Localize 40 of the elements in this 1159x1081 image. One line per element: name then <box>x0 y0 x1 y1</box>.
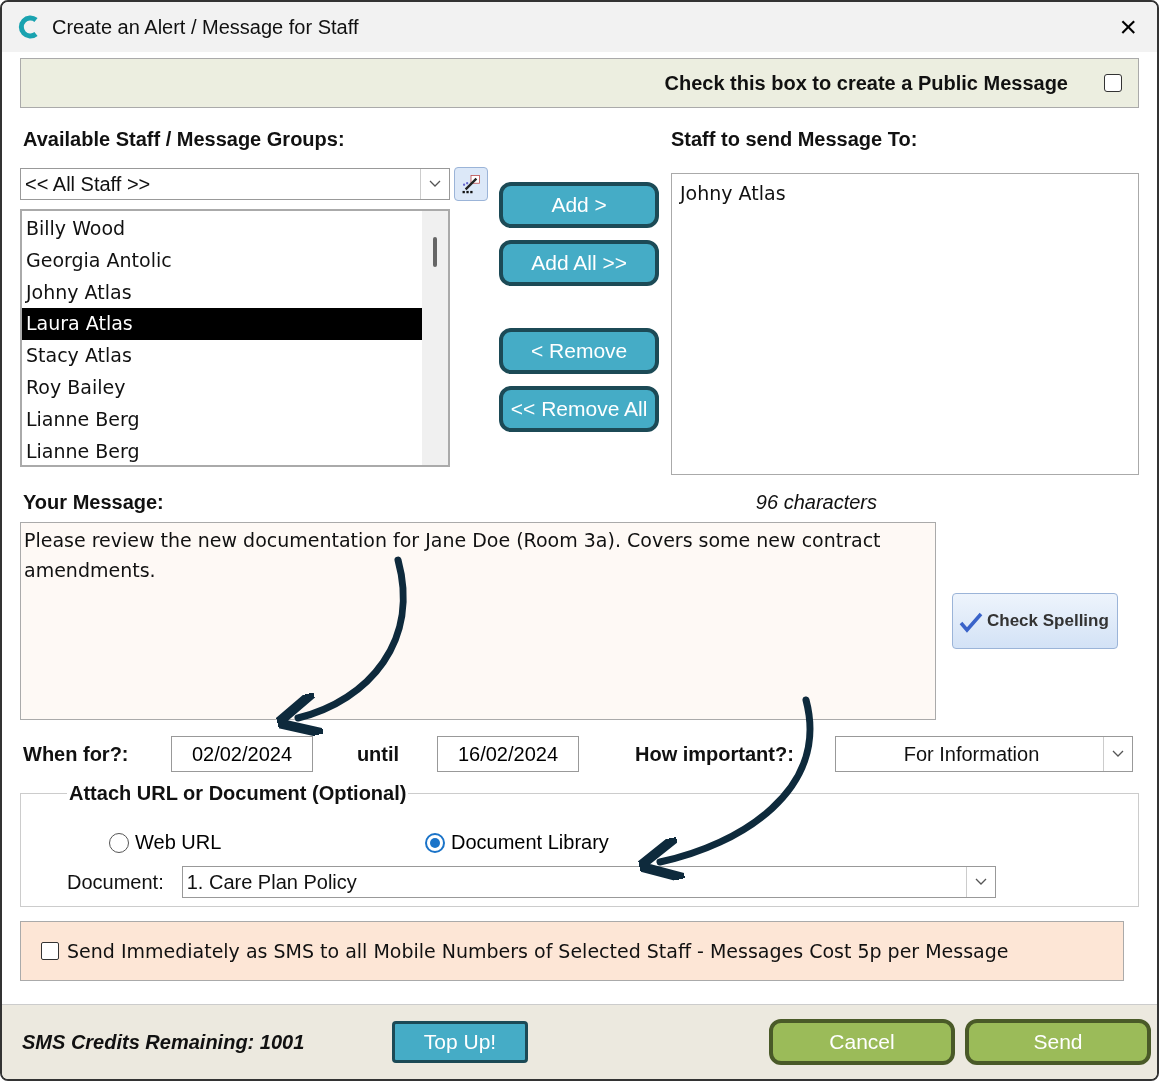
end-date-field[interactable]: 16/02/2024 <box>437 736 579 772</box>
sms-label: Send Immediately as SMS to all Mobile Numbers of Selected Staff - Messages Cost 5p per Message <box>67 940 1009 962</box>
recipients-label: Staff to send Message To: <box>671 128 919 151</box>
message-label: Your Message: <box>22 491 164 514</box>
check-spelling-button[interactable]: Check Spelling <box>952 593 1118 649</box>
recipient-item[interactable]: Johny Atlas <box>676 178 1134 210</box>
staff-list-item[interactable]: Stacy Atlas <box>22 340 422 372</box>
message-input[interactable]: Please review the new documentation for Jane Doe (Room 3a). Covers some new contract amendments. <box>20 522 936 720</box>
magic-wand-icon[interactable] <box>454 167 488 201</box>
document-dropdown[interactable]: 1. Care Plan Policy <box>181 866 996 898</box>
window-title: Create an Alert / Message for Staff <box>52 15 360 39</box>
document-label: Document: <box>67 870 164 894</box>
importance-dropdown[interactable]: For Information <box>835 736 1133 772</box>
staff-list-item[interactable]: Georgia Antolic <box>22 244 422 277</box>
attachment-radio[interactable]: Web URL <box>109 831 425 854</box>
caret-icon <box>429 180 441 188</box>
when-label: When for?: <box>22 742 130 766</box>
staff-list-item[interactable]: Lianne Berg <box>22 435 422 468</box>
until-label: until <box>355 742 401 766</box>
staff-list-item[interactable]: Roy Bailey <box>22 372 422 404</box>
public-message-label: Check this box to create a Public Message <box>664 71 1068 95</box>
staff-list-item[interactable]: Laura Atlas <box>22 308 422 341</box>
staff-list-item[interactable]: Johny Atlas <box>22 276 422 309</box>
importance-label: How important?: <box>635 742 795 766</box>
scrollbar[interactable] <box>422 211 448 465</box>
sms-credits-text: SMS Credits Remaining: 1001 <box>22 1030 306 1054</box>
app-logo-icon <box>18 15 40 39</box>
attachment-radio[interactable]: Document Library <box>425 831 741 854</box>
character-count: 96 characters <box>755 491 877 514</box>
staff-list-item[interactable]: Billy Wood <box>22 213 422 245</box>
caret-icon <box>1112 750 1124 758</box>
staff-list-item[interactable]: Lianne Berg <box>22 403 422 436</box>
close-button[interactable]: × <box>1115 12 1141 42</box>
start-date-field[interactable]: 02/02/2024 <box>171 736 313 772</box>
attachment-label: Attach URL or Document (Optional) <box>68 782 408 805</box>
caret-icon <box>974 878 987 886</box>
staff-filter-dropdown[interactable]: << All Staff >> <box>20 168 450 200</box>
available-staff-label: Available Staff / Message Groups: <box>22 128 346 151</box>
sms-checkbox[interactable] <box>41 942 59 960</box>
public-message-checkbox[interactable] <box>1104 74 1122 92</box>
